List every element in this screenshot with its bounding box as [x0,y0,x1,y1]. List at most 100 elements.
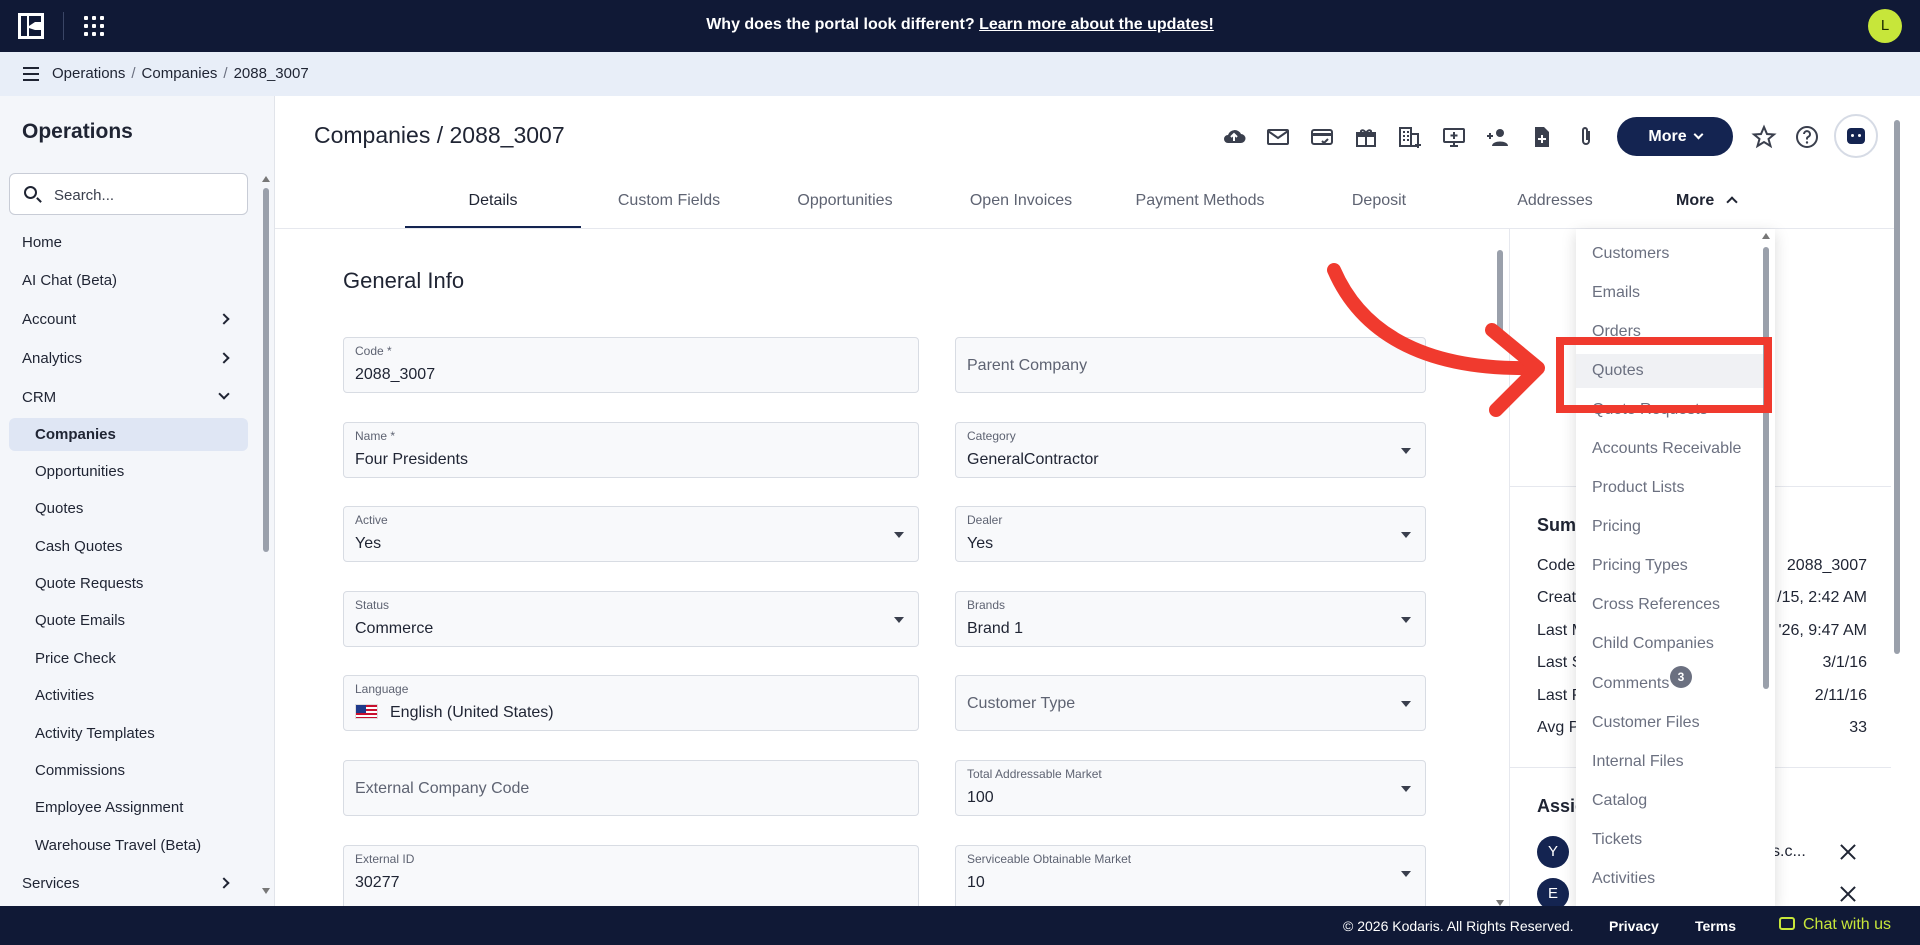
help-icon[interactable] [1794,124,1820,150]
external-id-value: 30277 [355,874,400,891]
ai-assistant-button[interactable] [1834,114,1878,158]
menu-item-emails[interactable]: Emails [1576,276,1766,310]
banner-learn-more-link[interactable]: Learn more about the updates! [979,16,1214,33]
sidebar-search-input[interactable] [54,184,234,206]
brands-select[interactable]: Brands Brand 1 [955,591,1426,647]
person-add-icon[interactable] [1485,124,1511,150]
external-company-code-placeholder: External Company Code [355,780,530,797]
sidebar-item-crm[interactable]: CRM [9,381,248,414]
paperclip-icon[interactable] [1573,124,1599,150]
active-value: Yes [355,535,382,552]
sidebar-item-services[interactable]: Services [9,867,248,900]
more-button-label: More [1648,128,1687,145]
active-select[interactable]: Active Yes [343,506,919,562]
chat-with-us-button[interactable]: Chat with us [1779,916,1891,934]
summary-value: 2088_3007 [1786,557,1867,574]
annotation-arrow-icon [1327,263,1545,417]
tab-opportunities[interactable]: Opportunities [757,184,933,228]
sidebar-item-quotes[interactable]: Quotes [9,492,248,525]
tab-details[interactable]: Details [405,184,581,228]
sidebar-scrollbar[interactable] [262,176,270,894]
footer-privacy-link[interactable]: Privacy [1609,918,1659,934]
gift-icon[interactable] [1353,124,1379,150]
active-label: Active [355,513,388,527]
tab-more[interactable]: More [1676,184,1738,218]
chat-icon [1779,917,1795,930]
page-scrollbar[interactable] [1892,100,1902,906]
menu-item-internal-files[interactable]: Internal Files [1576,745,1766,779]
top-banner: Why does the portal look different? Lear… [0,0,1920,52]
building-add-icon[interactable] [1397,124,1423,150]
status-select[interactable]: Status Commerce [343,591,919,647]
menu-item-tickets[interactable]: Tickets [1576,823,1766,857]
screen-add-icon[interactable] [1441,124,1467,150]
serviceable-obtainable-market-select[interactable]: Serviceable Obtainable Market 10 [955,845,1426,906]
sidebar-item-warehouse-travel[interactable]: Warehouse Travel (Beta) [9,829,248,862]
star-icon[interactable] [1751,124,1777,150]
external-id-field[interactable]: External ID 30277 [343,845,919,906]
sidebar-item-activity-templates[interactable]: Activity Templates [9,717,248,750]
name-field[interactable]: Name * Four Presidents [343,422,919,478]
sidebar: Operations Home AI Chat (Beta) Account A… [0,96,275,906]
dropdown-arrow-icon [1401,532,1411,538]
sidebar-item-quote-requests[interactable]: Quote Requests [9,567,248,600]
sidebar-item-analytics[interactable]: Analytics [9,342,248,375]
mail-icon[interactable] [1265,124,1291,150]
sidebar-item-companies[interactable]: Companies [9,418,248,451]
remove-assignee-icon[interactable] [1839,885,1857,903]
sidebar-item-price-check[interactable]: Price Check [9,642,248,675]
total-addressable-market-select[interactable]: Total Addressable Market 100 [955,760,1426,816]
sidebar-item-cash-quotes[interactable]: Cash Quotes [9,530,248,563]
dealer-value: Yes [967,535,994,552]
som-value: 10 [967,874,985,891]
sidebar-item-quote-emails[interactable]: Quote Emails [9,604,248,637]
sidebar-item-commissions[interactable]: Commissions [9,754,248,787]
sidebar-item-activities[interactable]: Activities [9,679,248,712]
footer-terms-link[interactable]: Terms [1695,918,1736,934]
menu-item-customer-files[interactable]: Customer Files [1576,706,1766,740]
tab-addresses[interactable]: Addresses [1467,184,1643,228]
dropdown-arrow-icon [1401,871,1411,877]
remove-assignee-icon[interactable] [1839,843,1857,861]
customer-type-select[interactable]: Customer Type [955,675,1426,731]
sidebar-item-account[interactable]: Account [9,303,248,336]
sidebar-item-employee-assignment[interactable]: Employee Assignment [9,791,248,824]
menu-toggle-icon[interactable] [23,67,39,81]
user-avatar[interactable]: L [1868,9,1902,43]
menu-item-cross-references[interactable]: Cross References [1576,588,1766,622]
breadcrumb-operations[interactable]: Operations [52,65,125,82]
sidebar-search[interactable] [9,173,248,215]
sidebar-item-ai-chat[interactable]: AI Chat (Beta) [9,264,248,297]
external-company-code-field[interactable]: External Company Code [343,760,919,816]
menu-item-pricing-types[interactable]: Pricing Types [1576,549,1766,583]
summary-value: 3/1/16 [1822,654,1867,671]
tab-open-invoices[interactable]: Open Invoices [933,184,1109,228]
category-value: GeneralContractor [967,451,1099,468]
tab-custom-fields[interactable]: Custom Fields [581,184,757,228]
breadcrumb-companies[interactable]: Companies [142,65,218,82]
menu-item-pricing[interactable]: Pricing [1576,510,1766,544]
more-actions-button[interactable]: More [1617,117,1733,156]
card-check-icon[interactable] [1309,124,1335,150]
menu-item-activities[interactable]: Activities [1576,862,1766,896]
menu-item-customers[interactable]: Customers [1576,237,1766,271]
sidebar-item-opportunities[interactable]: Opportunities [9,455,248,488]
tab-deposit[interactable]: Deposit [1291,184,1467,228]
cloud-upload-icon[interactable] [1221,124,1247,150]
menu-item-product-lists[interactable]: Product Lists [1576,471,1766,505]
menu-item-accounts-receivable[interactable]: Accounts Receivable [1576,432,1766,466]
menu-item-child-companies[interactable]: Child Companies [1576,627,1766,661]
sidebar-item-home[interactable]: Home [9,226,248,259]
menu-scrollbar[interactable] [1762,233,1770,906]
code-field[interactable]: Code * 2088_3007 [343,337,919,393]
category-select[interactable]: Category GeneralContractor [955,422,1426,478]
dealer-select[interactable]: Dealer Yes [955,506,1426,562]
menu-item-catalog[interactable]: Catalog [1576,784,1766,818]
comments-count-badge: 3 [1670,666,1692,688]
document-add-icon[interactable] [1529,124,1555,150]
tam-label: Total Addressable Market [967,767,1102,781]
dealer-label: Dealer [967,513,1003,527]
language-select[interactable]: Language English (United States) [343,675,919,731]
tab-payment-methods[interactable]: Payment Methods [1109,184,1291,228]
sidebar-item-label: Analytics [22,350,83,367]
